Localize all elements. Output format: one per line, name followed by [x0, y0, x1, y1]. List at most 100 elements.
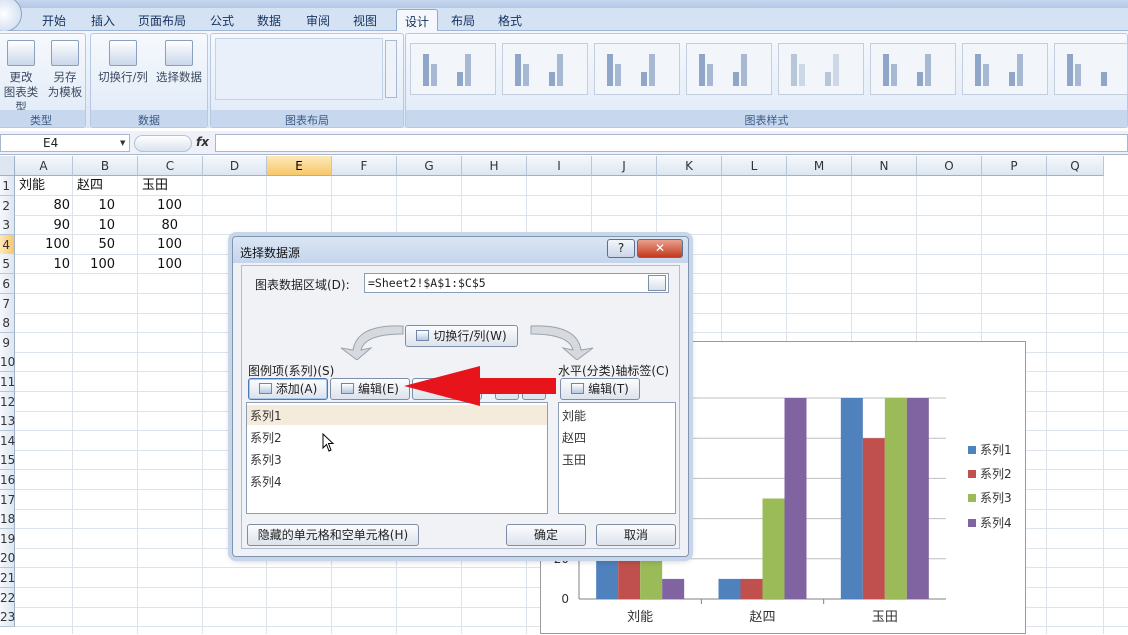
- row-header-13[interactable]: 13: [0, 411, 15, 432]
- cell-C5[interactable]: 100: [138, 255, 182, 275]
- formula-cancel-enter-buttons[interactable]: [134, 135, 192, 152]
- cell-A2[interactable]: 80: [15, 196, 70, 216]
- column-header-I[interactable]: I: [527, 156, 592, 176]
- cell-B2[interactable]: 10: [73, 196, 115, 216]
- cell-A1[interactable]: 刘能: [19, 176, 45, 196]
- column-header-N[interactable]: N: [852, 156, 917, 176]
- edit-axis-labels-button[interactable]: 编辑(T): [560, 378, 640, 400]
- row-header-16[interactable]: 16: [0, 470, 15, 490]
- cell-A5[interactable]: 10: [15, 255, 70, 275]
- tab-view[interactable]: 视图: [353, 12, 377, 29]
- switch-row-column-button[interactable]: 切换行/列: [94, 40, 152, 85]
- column-header-K[interactable]: K: [657, 156, 722, 176]
- row-header-11[interactable]: 11: [0, 372, 15, 392]
- tab-insert[interactable]: 插入: [91, 12, 115, 29]
- row-header-2[interactable]: 2: [0, 195, 15, 216]
- chart-style-3[interactable]: [594, 43, 680, 95]
- row-header-12[interactable]: 12: [0, 391, 15, 412]
- tab-design[interactable]: 设计: [396, 9, 439, 32]
- chart-style-7[interactable]: [962, 43, 1048, 95]
- series-item-2[interactable]: 系列2: [250, 429, 282, 446]
- tab-layout[interactable]: 布局: [451, 12, 475, 29]
- row-header-20[interactable]: 20: [0, 548, 15, 569]
- category-list[interactable]: 刘能 赵四 玉田: [558, 402, 676, 514]
- formula-input[interactable]: [215, 134, 1128, 152]
- column-header-E[interactable]: E: [267, 156, 332, 176]
- row-header-7[interactable]: 7: [0, 293, 15, 314]
- column-header-D[interactable]: D: [203, 156, 267, 176]
- chart-style-6[interactable]: [870, 43, 956, 95]
- column-header-A[interactable]: A: [15, 156, 73, 176]
- switch-row-column-dialog-button[interactable]: 切换行/列(W): [405, 325, 518, 347]
- cancel-button[interactable]: 取消: [596, 524, 676, 546]
- column-header-L[interactable]: L: [722, 156, 787, 176]
- column-header-G[interactable]: G: [397, 156, 462, 176]
- cell-C3[interactable]: 80: [138, 216, 178, 236]
- tab-page-layout[interactable]: 页面布局: [138, 12, 186, 29]
- change-chart-type-button[interactable]: 更改 图表类型: [1, 40, 41, 115]
- cell-B5[interactable]: 100: [73, 255, 115, 275]
- help-button[interactable]: ?: [607, 239, 635, 258]
- add-series-button[interactable]: 添加(A): [248, 378, 328, 400]
- row-header-6[interactable]: 6: [0, 274, 15, 294]
- ok-button[interactable]: 确定: [506, 524, 586, 546]
- chart-style-1[interactable]: [410, 43, 496, 95]
- cell-C4[interactable]: 100: [138, 235, 182, 255]
- chart-style-4[interactable]: [686, 43, 772, 95]
- column-header-Q[interactable]: Q: [1047, 156, 1104, 176]
- name-box-dropdown-icon[interactable]: ▼: [120, 139, 125, 147]
- edit-series-button[interactable]: 编辑(E): [330, 378, 410, 400]
- row-header-22[interactable]: 22: [0, 587, 15, 608]
- column-header-M[interactable]: M: [787, 156, 852, 176]
- row-header-3[interactable]: 3: [0, 215, 15, 236]
- tab-review[interactable]: 审阅: [306, 12, 330, 29]
- column-header-F[interactable]: F: [332, 156, 397, 176]
- row-header-10[interactable]: 10: [0, 352, 15, 373]
- chart-style-5[interactable]: [778, 43, 864, 95]
- category-item-1[interactable]: 刘能: [562, 407, 586, 424]
- tab-data[interactable]: 数据: [257, 12, 281, 29]
- cell-A3[interactable]: 90: [15, 216, 70, 236]
- tab-format[interactable]: 格式: [498, 12, 522, 29]
- row-header-18[interactable]: 18: [0, 509, 15, 530]
- row-header-8[interactable]: 8: [0, 313, 15, 334]
- tab-home[interactable]: 开始: [42, 12, 66, 29]
- close-button[interactable]: ✕: [637, 239, 683, 258]
- series-item-1[interactable]: 系列1: [250, 407, 282, 424]
- chart-style-2[interactable]: [502, 43, 588, 95]
- category-item-3[interactable]: 玉田: [562, 451, 586, 468]
- save-as-template-button[interactable]: 另存 为模板: [45, 40, 85, 100]
- row-header-1[interactable]: 1: [0, 176, 15, 196]
- tab-formulas[interactable]: 公式: [210, 12, 234, 29]
- category-item-2[interactable]: 赵四: [562, 429, 586, 446]
- cell-C1[interactable]: 玉田: [142, 176, 168, 196]
- column-header-O[interactable]: O: [917, 156, 982, 176]
- chart-data-range-input[interactable]: =Sheet2!$A$1:$C$5: [364, 273, 669, 293]
- row-header-5[interactable]: 5: [0, 254, 15, 275]
- chart-style-8[interactable]: [1054, 43, 1128, 95]
- column-header-J[interactable]: J: [592, 156, 657, 176]
- cell-A4[interactable]: 100: [15, 235, 70, 255]
- row-header-14[interactable]: 14: [0, 430, 15, 451]
- select-data-button[interactable]: 选择数据: [151, 40, 207, 85]
- gallery-scrollbar[interactable]: [385, 40, 397, 98]
- select-all-corner[interactable]: [0, 156, 15, 176]
- series-item-4[interactable]: 系列4: [250, 473, 282, 490]
- series-item-3[interactable]: 系列3: [250, 451, 282, 468]
- range-collapse-icon[interactable]: [648, 275, 666, 291]
- cell-C2[interactable]: 100: [138, 196, 182, 216]
- insert-function-icon[interactable]: fx: [196, 135, 209, 149]
- column-header-B[interactable]: B: [73, 156, 138, 176]
- row-header-4[interactable]: 4: [0, 234, 15, 255]
- cell-B3[interactable]: 10: [73, 216, 115, 236]
- column-header-H[interactable]: H: [462, 156, 527, 176]
- series-list[interactable]: 系列1 系列2 系列3 系列4: [246, 402, 548, 514]
- row-header-17[interactable]: 17: [0, 489, 15, 510]
- cell-B1[interactable]: 赵四: [77, 176, 103, 196]
- office-button[interactable]: [0, 0, 22, 32]
- column-header-C[interactable]: C: [138, 156, 203, 176]
- hidden-empty-cells-button[interactable]: 隐藏的单元格和空单元格(H): [247, 524, 419, 546]
- name-box[interactable]: E4: [0, 134, 130, 152]
- row-header-15[interactable]: 15: [0, 450, 15, 471]
- cell-B4[interactable]: 50: [73, 235, 115, 255]
